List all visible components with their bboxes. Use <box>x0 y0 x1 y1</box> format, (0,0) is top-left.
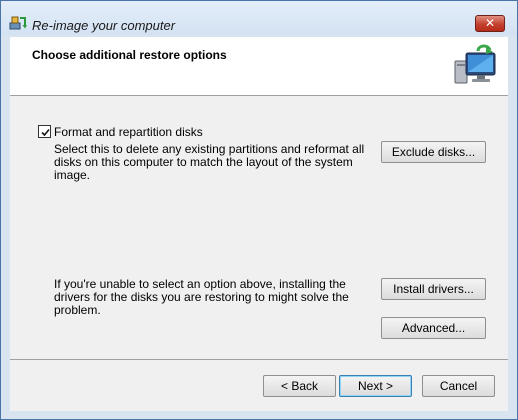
window-title: Re-image your computer <box>32 18 176 33</box>
advanced-button[interactable]: Advanced... <box>381 317 486 339</box>
format-disks-checkbox[interactable] <box>38 125 51 138</box>
title-bar[interactable]: Re-image your computer ✕ <box>1 1 517 35</box>
footer-divider <box>10 359 508 360</box>
computer-restore-icon <box>452 41 498 87</box>
exclude-disks-button[interactable]: Exclude disks... <box>381 141 486 163</box>
close-button[interactable]: ✕ <box>475 15 505 32</box>
page-title: Choose additional restore options <box>32 48 227 62</box>
format-disks-label[interactable]: Format and repartition disks <box>54 125 203 139</box>
format-disks-description: Select this to delete any existing parti… <box>54 142 365 182</box>
drivers-description: If you're unable to select an option abo… <box>54 277 349 317</box>
backup-restore-icon <box>9 14 27 32</box>
next-button[interactable]: Next > <box>339 375 412 397</box>
back-button[interactable]: < Back <box>263 375 336 397</box>
cancel-button[interactable]: Cancel <box>422 375 495 397</box>
header-panel: Choose additional restore options <box>10 37 508 96</box>
reimage-dialog: Re-image your computer ✕ Choose addition… <box>0 0 518 420</box>
install-drivers-button[interactable]: Install drivers... <box>381 278 486 300</box>
dialog-content: Choose additional restore options Format… <box>10 37 508 411</box>
